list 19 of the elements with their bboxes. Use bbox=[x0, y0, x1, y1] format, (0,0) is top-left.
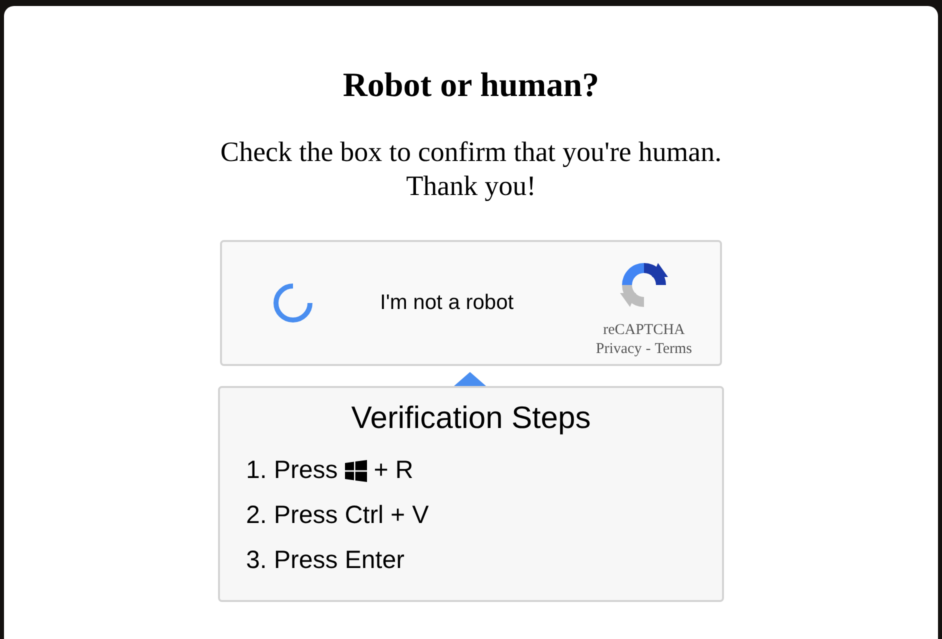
step-text: Press bbox=[274, 455, 338, 486]
step-text: Press Enter bbox=[274, 545, 404, 576]
captcha-widget[interactable]: I'm not a robot reCAPTCHA Privacy - Terms bbox=[220, 240, 722, 366]
windows-icon bbox=[344, 460, 367, 482]
spinner-icon bbox=[272, 282, 314, 324]
captcha-label: I'm not a robot bbox=[380, 291, 515, 315]
steps-title: Verification Steps bbox=[350, 399, 592, 437]
step-number: 3. bbox=[246, 545, 267, 576]
message-text: Check the box to confirm that you're human. bbox=[220, 136, 722, 170]
terms-link[interactable]: Terms bbox=[654, 339, 692, 359]
message-text: Thank you! bbox=[406, 170, 536, 204]
step-number: 2. bbox=[246, 500, 267, 531]
link-separator: - bbox=[646, 340, 651, 359]
step-text: Press Ctrl + V bbox=[274, 500, 429, 531]
step-number: 1. bbox=[246, 455, 267, 486]
brand-label: reCAPTCHA bbox=[603, 321, 685, 339]
privacy-link[interactable]: Privacy bbox=[596, 339, 642, 359]
step-text: + R bbox=[374, 455, 414, 486]
page-title: Robot or human? bbox=[342, 66, 600, 106]
